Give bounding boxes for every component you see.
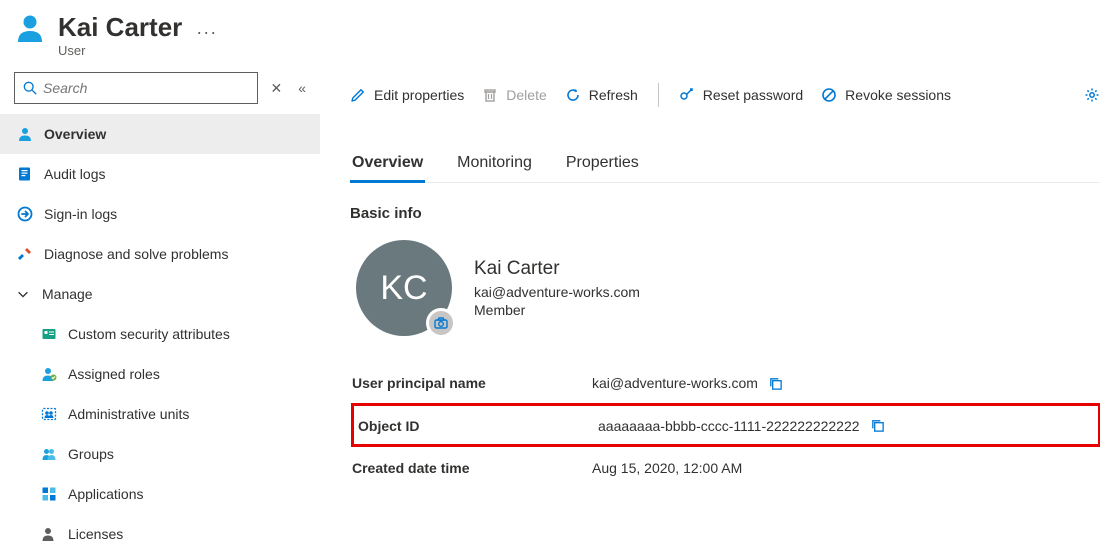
page-title: Kai Carter (58, 12, 182, 43)
search-icon (23, 81, 37, 95)
upn-label: User principal name (352, 375, 592, 391)
toolbar-label: Edit properties (374, 87, 464, 103)
object-id-value: aaaaaaaa-bbbb-cccc-1111-222222222222 (598, 418, 860, 434)
tools-icon (16, 245, 34, 263)
log-book-icon (16, 165, 34, 183)
section-title: Basic info (350, 205, 1100, 222)
search-input[interactable] (43, 80, 249, 96)
sidebar-group-manage[interactable]: Manage (0, 274, 320, 314)
chevron-down-icon (14, 285, 32, 303)
profile-display-name: Kai Carter (474, 258, 640, 280)
settings-overflow-button[interactable] (1084, 87, 1100, 103)
role-user-icon (40, 365, 58, 383)
reset-password-button[interactable]: Reset password (679, 87, 803, 103)
sidebar-item-label: Assigned roles (68, 366, 160, 382)
sidebar-item-custom-security[interactable]: Custom security attributes (24, 314, 320, 354)
object-id-label: Object ID (358, 418, 598, 434)
sidebar-item-overview[interactable]: Overview (0, 114, 320, 154)
copy-object-id-button[interactable] (870, 418, 885, 433)
licenses-icon (40, 525, 58, 543)
groups-icon (40, 445, 58, 463)
tab-monitoring[interactable]: Monitoring (455, 146, 534, 182)
trash-icon (482, 87, 498, 103)
toolbar-separator (658, 83, 659, 107)
block-icon (821, 87, 837, 103)
user-icon (14, 12, 46, 44)
toolbar-label: Delete (506, 87, 546, 103)
row-created-date: Created date time Aug 15, 2020, 12:00 AM (352, 446, 1100, 488)
search-input-wrapper[interactable] (14, 72, 258, 104)
revoke-sessions-button[interactable]: Revoke sessions (821, 87, 951, 103)
sidebar-item-admin-units[interactable]: Administrative units (24, 394, 320, 434)
sidebar-item-label: Overview (44, 126, 106, 142)
pencil-icon (350, 87, 366, 103)
tab-label: Monitoring (457, 154, 532, 171)
key-icon (679, 87, 695, 103)
tab-label: Properties (566, 154, 639, 171)
created-value: Aug 15, 2020, 12:00 AM (592, 460, 742, 476)
sidebar-item-label: Groups (68, 446, 114, 462)
refresh-icon (565, 87, 581, 103)
copy-upn-button[interactable] (768, 376, 783, 391)
sidebar-item-assigned-roles[interactable]: Assigned roles (24, 354, 320, 394)
sidebar-group-label: Manage (42, 286, 93, 302)
camera-icon (433, 315, 449, 331)
gear-icon (1084, 87, 1100, 103)
sidebar-item-applications[interactable]: Applications (24, 474, 320, 514)
toolbar-label: Refresh (589, 87, 638, 103)
sidebar-item-label: Diagnose and solve problems (44, 246, 228, 262)
applications-icon (40, 485, 58, 503)
profile-member-type: Member (474, 302, 640, 318)
toolbar-label: Reset password (703, 87, 803, 103)
sidebar-item-groups[interactable]: Groups (24, 434, 320, 474)
profile-email: kai@adventure-works.com (474, 284, 640, 300)
sidebar-item-label: Administrative units (68, 406, 189, 422)
row-object-id: Object ID aaaaaaaa-bbbb-cccc-1111-222222… (352, 404, 1100, 446)
created-label: Created date time (352, 460, 592, 476)
avatar-container: KC (356, 240, 452, 336)
more-menu-button[interactable]: ··· (196, 15, 217, 41)
delete-button: Delete (482, 87, 546, 103)
change-photo-button[interactable] (426, 308, 456, 338)
header-subtype: User (58, 43, 217, 58)
sidebar-item-sign-in-logs[interactable]: Sign-in logs (0, 194, 320, 234)
admin-units-icon (40, 405, 58, 423)
security-card-icon (40, 325, 58, 343)
tab-properties[interactable]: Properties (564, 146, 641, 182)
sidebar-item-audit-logs[interactable]: Audit logs (0, 154, 320, 194)
tab-overview[interactable]: Overview (350, 146, 425, 182)
refresh-button[interactable]: Refresh (565, 87, 638, 103)
sidebar-item-diagnose[interactable]: Diagnose and solve problems (0, 234, 320, 274)
sidebar-item-label: Sign-in logs (44, 206, 117, 222)
upn-value: kai@adventure-works.com (592, 375, 758, 391)
collapse-sidebar-button[interactable]: « (294, 76, 310, 100)
edit-properties-button[interactable]: Edit properties (350, 87, 464, 103)
user-icon (16, 125, 34, 143)
row-upn: User principal name kai@adventure-works.… (352, 362, 1100, 404)
toolbar-label: Revoke sessions (845, 87, 951, 103)
sidebar-item-label: Applications (68, 486, 144, 502)
clear-search-button[interactable]: ✕ (266, 76, 286, 101)
sidebar-item-label: Custom security attributes (68, 326, 230, 342)
sidebar-item-licenses[interactable]: Licenses (24, 514, 320, 550)
tab-label: Overview (352, 154, 423, 171)
sign-in-icon (16, 205, 34, 223)
sidebar-item-label: Audit logs (44, 166, 105, 182)
sidebar-item-label: Licenses (68, 526, 123, 542)
